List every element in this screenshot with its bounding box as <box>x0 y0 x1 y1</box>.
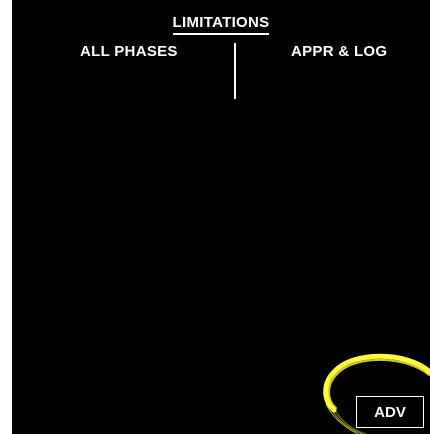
page-title-text: LIMITATIONS <box>172 14 270 35</box>
display-screen: LIMITATIONS ALL PHASES APPR & LOG ADV <box>12 0 430 434</box>
column-label-all-phases: ALL PHASES <box>80 43 178 60</box>
adv-button[interactable]: ADV <box>356 396 424 428</box>
column-label-appr-log: APPR & LOG <box>291 43 388 60</box>
page-title: LIMITATIONS <box>12 14 430 35</box>
column-divider <box>234 43 236 99</box>
